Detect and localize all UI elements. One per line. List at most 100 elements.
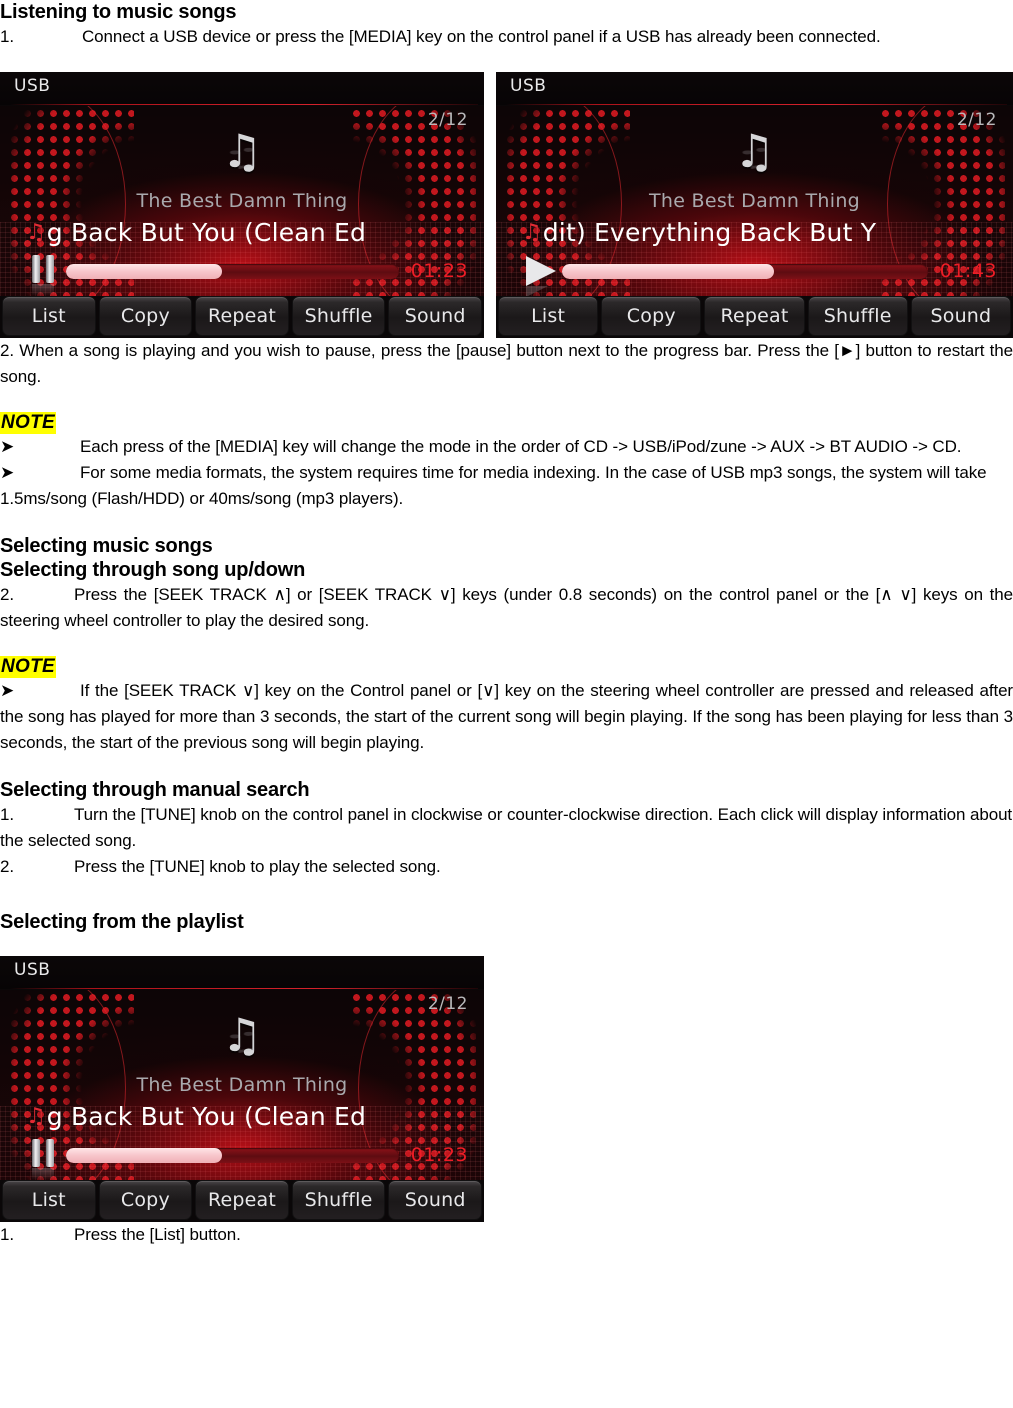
- note-label: NOTE: [0, 412, 56, 434]
- track-note-icon: ♫: [522, 220, 542, 245]
- pause-icon-reflection: [32, 284, 54, 296]
- elapsed-time: 01:43: [939, 260, 997, 282]
- shuffle-button[interactable]: Shuffle: [291, 1180, 386, 1220]
- bullet-icon: ➤: [0, 463, 15, 482]
- pause-icon-bar-right: [46, 1139, 54, 1167]
- heading-selecting-from-playlist: Selecting from the playlist: [0, 911, 244, 933]
- music-note-reflection-icon: ♫: [733, 144, 776, 175]
- screen-title-bar: [0, 956, 484, 990]
- note-block-2: NOTE: [0, 656, 1013, 678]
- pause-button[interactable]: [20, 254, 66, 296]
- note-item: ➤ For some media formats, the system requ…: [0, 460, 1013, 512]
- progress-bar-fill: [562, 263, 775, 279]
- note-label: NOTE: [0, 656, 56, 678]
- album-name: The Best Damn Thing: [136, 190, 348, 212]
- progress-bar-fill: [66, 263, 223, 279]
- repeat-button[interactable]: Repeat: [704, 296, 805, 336]
- headunit-screen-paused: USB 2/12 ♫ ♫ The Best Damn Thing ♫ g Bac…: [0, 72, 484, 338]
- repeat-button[interactable]: Repeat: [195, 296, 289, 336]
- copy-button[interactable]: Copy: [601, 296, 702, 336]
- list-number: 1.: [0, 27, 14, 46]
- progress-bar[interactable]: [562, 263, 928, 279]
- progress-bar-fill: [66, 1147, 223, 1163]
- heading-manual-search: Selecting through manual search: [0, 779, 310, 801]
- screen-button-bar: List Copy Repeat Shuffle Sound: [0, 296, 484, 338]
- album-name: The Best Damn Thing: [648, 190, 861, 212]
- track-note-icon: ♫: [26, 220, 46, 245]
- paragraph-press-list-button: 1. Press the [List] button.: [0, 1222, 1013, 1248]
- screen-title-bar: [496, 72, 1013, 106]
- note-item: ➤ Each press of the [MEDIA] key will chan…: [0, 434, 1013, 460]
- sound-button[interactable]: Sound: [388, 296, 482, 336]
- paragraph-tune-knob-press: 2. Press the [TUNE] knob to play the sele…: [0, 854, 1013, 880]
- bullet-icon: ➤: [0, 681, 15, 700]
- page-title: Listening to music songs: [0, 1, 237, 23]
- paragraph-step-1: 1. Connect a USB device or press the [MED…: [0, 24, 1013, 50]
- note-item-text: Each press of the [MEDIA] key will chang…: [80, 437, 962, 456]
- paragraph-text: Press the [SEEK TRACK ∧] or [SEEK TRACK …: [0, 585, 1013, 630]
- copy-button[interactable]: Copy: [98, 296, 193, 336]
- album-name: The Best Damn Thing: [136, 1074, 348, 1096]
- headunit-screen-playing: USB 2/12 ♫ ♫ The Best Damn Thing ♫ dit) …: [496, 72, 1013, 338]
- subheading-song-up-down: Selecting through song up/down: [0, 559, 306, 581]
- paragraph-text: Turn the [TUNE] knob on the control pane…: [0, 805, 1013, 850]
- source-label: USB: [510, 76, 547, 96]
- paragraph-tune-knob-turn: 1. Turn the [TUNE] knob on the control pa…: [0, 802, 1013, 854]
- pause-icon-reflection: [32, 1168, 54, 1180]
- track-note-icon: ♫: [26, 1104, 46, 1129]
- track-title: dit) Everything Back But Y: [542, 218, 877, 247]
- pause-icon-bar-left: [32, 1139, 40, 1167]
- source-label: USB: [14, 76, 51, 96]
- list-number: 2.: [0, 857, 14, 876]
- bullet-icon: ➤: [0, 437, 15, 456]
- note-item-text: If the [SEEK TRACK ∨] key on the Control…: [0, 681, 1013, 752]
- screen-title-bar: [0, 72, 484, 106]
- transport-row: 01:43: [516, 254, 997, 297]
- note-block-1: NOTE: [0, 412, 1013, 434]
- transport-row: 01:23: [20, 1138, 468, 1180]
- track-title: g Back But You (Clean Ed: [46, 1102, 367, 1131]
- list-number: 2.: [0, 585, 14, 604]
- document-page: Listening to music songs 1. Connect a USB…: [0, 0, 1013, 1408]
- progress-bar[interactable]: [66, 263, 399, 279]
- repeat-button[interactable]: Repeat: [195, 1180, 289, 1220]
- paragraph-step-2: 2. When a song is playing and you wish t…: [0, 341, 1013, 386]
- screen-button-bar: List Copy Repeat Shuffle Sound: [0, 1180, 484, 1222]
- track-title-row: ♫ g Back But You (Clean Ed: [26, 218, 460, 247]
- shuffle-button[interactable]: Shuffle: [291, 296, 386, 336]
- sound-button[interactable]: Sound: [388, 1180, 482, 1220]
- elapsed-time: 01:23: [410, 260, 468, 282]
- paragraph-seek-track: 2. Press the [SEEK TRACK ∧] or [SEEK TRAC…: [0, 582, 1013, 634]
- track-title-row: ♫ dit) Everything Back But Y: [522, 218, 989, 247]
- screen-button-bar: List Copy Repeat Shuffle Sound: [496, 296, 1013, 338]
- list-number: 1.: [0, 1225, 14, 1244]
- sound-button[interactable]: Sound: [910, 296, 1012, 336]
- paragraph-text: Press the [TUNE] knob to play the select…: [74, 857, 441, 876]
- pause-button[interactable]: [20, 1138, 66, 1180]
- list-button[interactable]: List: [2, 1180, 96, 1220]
- screenshot-row-top: USB 2/12 ♫ ♫ The Best Damn Thing ♫ g Bac…: [0, 72, 1013, 338]
- heading-selecting-music-songs: Selecting music songs: [0, 535, 213, 557]
- play-icon: [526, 256, 556, 286]
- track-counter: 2/12: [427, 994, 468, 1014]
- music-note-reflection-icon: ♫: [221, 144, 263, 175]
- progress-bar[interactable]: [66, 1147, 399, 1163]
- copy-button[interactable]: Copy: [98, 1180, 193, 1220]
- source-label: USB: [14, 960, 51, 980]
- note-item: ➤ If the [SEEK TRACK ∨] key on the Contro…: [0, 678, 1013, 756]
- paragraph-text: Press the [List] button.: [74, 1225, 241, 1244]
- pause-icon-bar-left: [32, 255, 40, 283]
- list-button[interactable]: List: [498, 296, 599, 336]
- list-button[interactable]: List: [2, 296, 96, 336]
- track-counter: 2/12: [427, 110, 468, 130]
- track-title-row: ♫ g Back But You (Clean Ed: [26, 1102, 460, 1131]
- pause-icon-bar-right: [46, 255, 54, 283]
- headunit-screen-playlist: USB 2/12 ♫ ♫ The Best Damn Thing ♫ g Bac…: [0, 956, 484, 1222]
- elapsed-time: 01:23: [410, 1144, 468, 1166]
- paragraph-text: Connect a USB device or press the [MEDIA…: [82, 27, 881, 46]
- track-title: g Back But You (Clean Ed: [46, 218, 367, 247]
- list-number: 1.: [0, 805, 14, 824]
- note-item-text: For some media formats, the system requi…: [0, 463, 987, 508]
- play-button[interactable]: [516, 254, 562, 297]
- shuffle-button[interactable]: Shuffle: [807, 296, 908, 336]
